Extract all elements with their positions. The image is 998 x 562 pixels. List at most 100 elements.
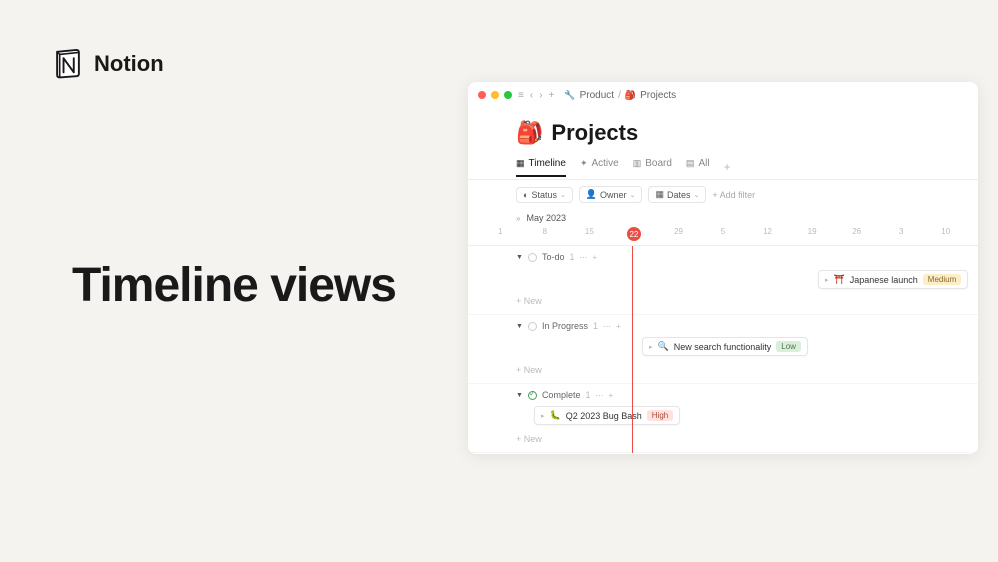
app-window: ≡ ‹ › + 🔧 Product / 🎒 Projects 🎒 Project… bbox=[468, 82, 978, 454]
date-header: 26 bbox=[834, 227, 879, 241]
add-filter-button[interactable]: + Add filter bbox=[712, 190, 755, 200]
group-body: ▸ 🐛 Q2 2023 Bug Bash High bbox=[468, 406, 978, 430]
active-icon: ✦ bbox=[580, 158, 588, 169]
date-header: 15 bbox=[567, 227, 612, 241]
group-header-todo[interactable]: ▼ To-do 1 ⋯ + bbox=[468, 246, 978, 268]
filter-dates[interactable]: ▦ Dates ⌄ bbox=[648, 186, 706, 203]
owner-filter-icon: 👤 bbox=[586, 189, 597, 200]
tab-all[interactable]: ▤ All bbox=[686, 158, 710, 175]
date-header: 8 bbox=[523, 227, 568, 241]
close-button[interactable] bbox=[478, 91, 486, 99]
group-name: Complete bbox=[542, 390, 581, 400]
group-name: In Progress bbox=[542, 321, 588, 331]
priority-badge: Medium bbox=[923, 274, 961, 285]
add-view-button[interactable]: + bbox=[724, 160, 731, 174]
timeline-area: » May 2023 1 8 15 22 29 5 12 19 26 3 10 … bbox=[468, 209, 978, 453]
status-progress-icon bbox=[528, 322, 537, 331]
group-add-icon[interactable]: + bbox=[592, 253, 597, 262]
group-body: ▸ ⛩️ Japanese launch Medium bbox=[468, 268, 978, 292]
group-in-progress: ▼ In Progress 1 ⋯ + ▸ 🔍 New search funct… bbox=[468, 315, 978, 384]
breadcrumb-item-2[interactable]: Projects bbox=[640, 90, 676, 101]
month-label-row: » May 2023 bbox=[468, 209, 978, 225]
breadcrumb-icon-1: 🔧 bbox=[564, 90, 575, 101]
brand-name: Notion bbox=[94, 51, 164, 77]
card-icon: ⛩️ bbox=[834, 274, 845, 285]
maximize-button[interactable] bbox=[504, 91, 512, 99]
group-count: 1 bbox=[593, 321, 598, 331]
group-add-icon[interactable]: + bbox=[616, 322, 621, 331]
priority-badge: High bbox=[647, 410, 673, 421]
new-item-button[interactable]: + New bbox=[468, 361, 978, 383]
forward-icon[interactable]: › bbox=[539, 90, 542, 101]
filter-status[interactable]: ◐ Status ⌄ bbox=[516, 187, 573, 203]
card-title: Q2 2023 Bug Bash bbox=[566, 411, 642, 421]
timeline-card-search-functionality[interactable]: ▸ 🔍 New search functionality Low bbox=[642, 337, 808, 356]
timeline-card-bug-bash[interactable]: ▸ 🐛 Q2 2023 Bug Bash High bbox=[534, 406, 680, 425]
filters-row: ◐ Status ⌄ 👤 Owner ⌄ ▦ Dates ⌄ + Add fil… bbox=[468, 180, 978, 209]
all-icon: ▤ bbox=[686, 158, 695, 169]
new-item-button[interactable]: + New bbox=[468, 430, 978, 452]
priority-badge: Low bbox=[776, 341, 801, 352]
group-todo: ▼ To-do 1 ⋯ + ▸ ⛩️ Japanese launch Mediu… bbox=[468, 246, 978, 315]
drag-handle-icon[interactable]: ▸ bbox=[649, 343, 653, 351]
status-filter-icon: ◐ bbox=[523, 190, 528, 200]
tab-board[interactable]: ▥ Board bbox=[633, 158, 672, 175]
view-tabs: ▦ Timeline ✦ Active ▥ Board ▤ All + bbox=[468, 154, 978, 180]
status-todo-icon bbox=[528, 253, 537, 262]
timeline-groups: ▼ To-do 1 ⋯ + ▸ ⛩️ Japanese launch Mediu… bbox=[468, 246, 978, 453]
drag-handle-icon[interactable]: ▸ bbox=[541, 412, 545, 420]
card-title: Japanese launch bbox=[850, 275, 918, 285]
page-icon[interactable]: 🎒 bbox=[516, 120, 543, 146]
window-controls bbox=[478, 91, 512, 99]
minimize-button[interactable] bbox=[491, 91, 499, 99]
group-complete: ▼ Complete 1 ⋯ + ▸ 🐛 Q2 2023 Bug Bash Hi… bbox=[468, 384, 978, 453]
tab-timeline[interactable]: ▦ Timeline bbox=[516, 158, 566, 177]
status-complete-icon bbox=[528, 391, 537, 400]
collapse-icon[interactable]: ▼ bbox=[516, 392, 523, 399]
tab-active[interactable]: ✦ Active bbox=[580, 158, 619, 175]
collapse-icon[interactable]: ▼ bbox=[516, 254, 523, 261]
date-header: 12 bbox=[745, 227, 790, 241]
breadcrumb-item-1[interactable]: Product bbox=[580, 90, 614, 101]
date-header: 29 bbox=[656, 227, 701, 241]
menu-icon[interactable]: ≡ bbox=[518, 90, 524, 101]
back-icon[interactable]: ‹ bbox=[530, 90, 533, 101]
titlebar: ≡ ‹ › + 🔧 Product / 🎒 Projects bbox=[468, 82, 978, 108]
date-header-today: 22 bbox=[612, 227, 657, 241]
page-title[interactable]: Projects bbox=[551, 120, 638, 146]
card-icon: 🔍 bbox=[658, 341, 669, 352]
group-name: To-do bbox=[542, 252, 565, 262]
group-header-complete[interactable]: ▼ Complete 1 ⋯ + bbox=[468, 384, 978, 406]
group-more-icon[interactable]: ⋯ bbox=[579, 253, 587, 262]
timeline-icon: ▦ bbox=[516, 158, 525, 169]
breadcrumb-icon-2: 🎒 bbox=[625, 90, 636, 101]
breadcrumb: 🔧 Product / 🎒 Projects bbox=[564, 90, 676, 101]
month-label: May 2023 bbox=[526, 213, 566, 223]
collapse-icon[interactable]: ▼ bbox=[516, 323, 523, 330]
group-header-in-progress[interactable]: ▼ In Progress 1 ⋯ + bbox=[468, 315, 978, 337]
chevron-down-icon: ⌄ bbox=[693, 191, 699, 199]
chevron-down-icon: ⌄ bbox=[560, 191, 566, 199]
today-indicator-line bbox=[632, 246, 633, 453]
dates-filter-icon: ▦ bbox=[655, 189, 664, 200]
card-title: New search functionality bbox=[674, 342, 772, 352]
breadcrumb-separator: / bbox=[618, 90, 621, 101]
filter-owner[interactable]: 👤 Owner ⌄ bbox=[579, 186, 643, 203]
drag-handle-icon[interactable]: ▸ bbox=[825, 276, 829, 284]
page-heading: Timeline views bbox=[72, 258, 396, 313]
board-icon: ▥ bbox=[633, 158, 642, 169]
dates-row: 1 8 15 22 29 5 12 19 26 3 10 bbox=[468, 225, 978, 246]
group-add-icon[interactable]: + bbox=[608, 391, 613, 400]
date-header: 1 bbox=[478, 227, 523, 241]
new-page-icon[interactable]: + bbox=[549, 90, 555, 101]
group-body: ▸ 🔍 New search functionality Low bbox=[468, 337, 978, 361]
group-more-icon[interactable]: ⋯ bbox=[595, 391, 603, 400]
date-header: 10 bbox=[923, 227, 968, 241]
card-icon: 🐛 bbox=[550, 410, 561, 421]
group-count: 1 bbox=[569, 252, 574, 262]
group-more-icon[interactable]: ⋯ bbox=[603, 322, 611, 331]
timeline-card-japanese-launch[interactable]: ▸ ⛩️ Japanese launch Medium bbox=[818, 270, 968, 289]
group-count: 1 bbox=[585, 390, 590, 400]
month-nav-icon[interactable]: » bbox=[516, 214, 520, 223]
new-item-button[interactable]: + New bbox=[468, 292, 978, 314]
